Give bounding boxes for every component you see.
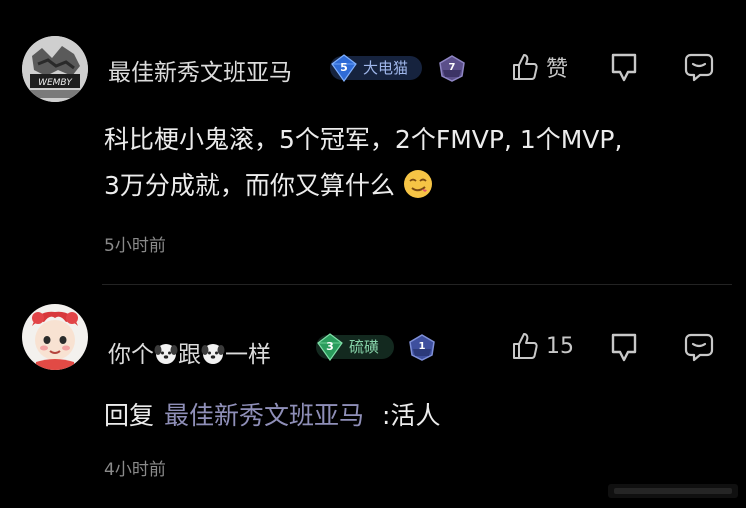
svg-text:5: 5: [340, 61, 348, 74]
thumbs-up-icon: [513, 54, 538, 80]
reply-prefix: 回复: [104, 401, 155, 430]
player-avatar-icon: WEMBY: [22, 36, 88, 102]
rank-shield-icon: 1: [409, 334, 435, 361]
username[interactable]: 最佳新秀文班亚马: [108, 53, 292, 87]
badge-name: 硫磺: [349, 338, 380, 356]
thumbs-up-icon: [513, 333, 538, 359]
cartoon-girl-avatar-icon: [22, 304, 88, 370]
like-button[interactable]: 赞: [510, 51, 568, 83]
fan-level-badge: 3 硫磺: [316, 333, 394, 361]
timestamp: 5小时前: [104, 236, 166, 256]
divider: [102, 284, 732, 285]
dog-emoji-icon: [201, 344, 225, 364]
svg-text:WEMBY: WEMBY: [38, 78, 73, 88]
comment-bubble-icon: [684, 53, 714, 82]
diamond-level-icon: 3: [317, 333, 343, 361]
username-part: 跟: [178, 342, 201, 368]
reply-target-link[interactable]: 最佳新秀文班亚马: [164, 401, 364, 430]
comment-item: WEMBY 最佳新秀文班亚马 5 大电猫 7 赞 科比梗小鬼滚，5个冠军，2个F…: [0, 0, 746, 285]
reply-button[interactable]: [683, 331, 715, 363]
badge-name: 大电猫: [363, 59, 409, 77]
watermark-icon: [608, 484, 738, 498]
reply-button[interactable]: [683, 51, 715, 83]
comment-text-line: 科比梗小鬼滚，5个冠军，2个FMVP, 1个MVP,: [104, 125, 623, 154]
comment-bubble-icon: [684, 333, 714, 362]
svg-text:1: 1: [419, 341, 426, 352]
avatar[interactable]: WEMBY: [22, 36, 88, 102]
like-count: 15: [546, 333, 574, 359]
username-part: 一样: [225, 342, 271, 368]
svg-text:3: 3: [326, 340, 334, 353]
avatar[interactable]: [22, 304, 88, 370]
username[interactable]: 你个 跟 一样: [108, 335, 271, 369]
comment-text: 科比梗小鬼滚，5个冠军，2个FMVP, 1个MVP, 3万分成就，而你又算什么: [104, 117, 734, 209]
rank-shield-icon: 7: [439, 55, 465, 82]
timestamp: 4小时前: [104, 460, 166, 480]
reply-text: :活人: [382, 401, 441, 430]
like-button[interactable]: 15: [510, 331, 574, 361]
like-label: 赞: [546, 57, 569, 82]
comment-text-line: 3万分成就，而你又算什么: [104, 171, 395, 200]
diamond-level-icon: 5: [331, 54, 357, 82]
comment-item: 你个 跟 一样 3 硫磺 1 15 回复 最佳新秀文班亚马:活人 4小时前: [0, 286, 746, 508]
smirk-emoji-icon: [403, 170, 432, 198]
dislike-button[interactable]: [608, 331, 640, 363]
dog-emoji-icon: [154, 344, 178, 364]
dislike-bubble-icon: [611, 53, 637, 82]
fan-level-badge: 5 大电猫: [330, 54, 422, 82]
comment-text-line-2: 3万分成就，而你又算什么: [104, 163, 734, 209]
comment-text: 回复 最佳新秀文班亚马 :活人: [104, 393, 440, 439]
svg-text:7: 7: [449, 62, 456, 73]
dislike-button[interactable]: [608, 51, 640, 83]
username-part: 你个: [108, 342, 154, 368]
dislike-bubble-icon: [611, 333, 637, 362]
